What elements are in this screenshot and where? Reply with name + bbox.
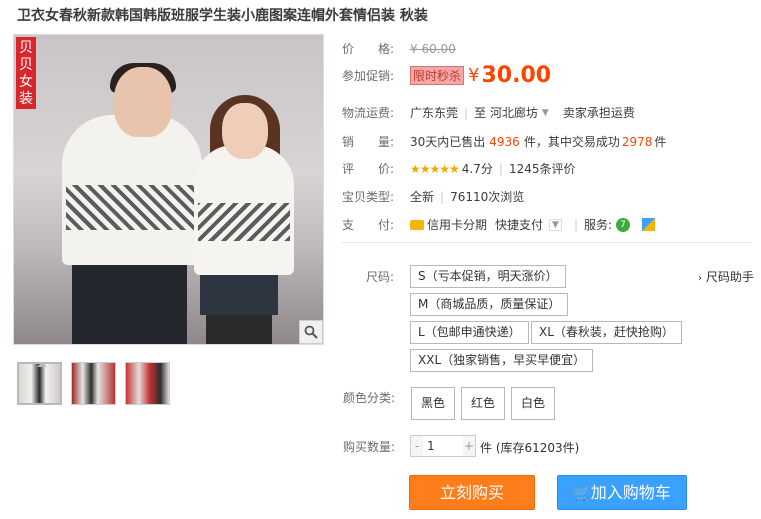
- sales-row: 销 量: 30天内已售出 4936 件，其中交易成功 2978 件: [342, 134, 667, 150]
- shipping-fee: 卖家承担运费: [562, 106, 635, 120]
- size-option-m[interactable]: M（商城品质，质量保证）: [410, 293, 569, 316]
- thumbnail-2[interactable]: [71, 362, 116, 405]
- color-label: 颜色分类:: [343, 391, 396, 405]
- credit-installment[interactable]: 信用卡分期: [427, 216, 487, 233]
- success-count: 2978: [621, 134, 653, 149]
- size-option-xxl[interactable]: XXL（独家销售，早买早便宜）: [410, 349, 594, 372]
- quantity-input[interactable]: 1: [423, 436, 463, 456]
- payment-row: 支 付: 信用卡分期 快捷支付 ▼ | 服务: 7: [342, 216, 656, 233]
- payment-label: 支 付:: [342, 218, 395, 232]
- main-product-image[interactable]: 贝贝女装: [13, 34, 324, 345]
- quantity-plus-button[interactable]: +: [463, 436, 475, 456]
- add-to-cart-button[interactable]: 🛒加入购物车: [557, 475, 687, 510]
- promo-label: 参加促销:: [342, 69, 395, 83]
- cart-icon: 🛒: [573, 486, 591, 502]
- guarantee-icon[interactable]: [642, 218, 656, 231]
- promo-row: 参加促销: 限时秒杀 ¥ 30.00: [342, 63, 551, 88]
- condition: 全新: [410, 190, 435, 204]
- brand-tag: 贝贝女装: [16, 37, 36, 109]
- quantity-stepper: - 1 +: [410, 435, 476, 457]
- rating-label: 评 价:: [342, 162, 395, 176]
- size-option-l[interactable]: L（包邮申通快递）: [410, 321, 529, 344]
- zoom-icon[interactable]: [299, 320, 323, 344]
- ship-from: 广东东莞: [410, 106, 459, 120]
- quantity-label: 购买数量:: [343, 440, 396, 454]
- thumbnail-list: [17, 362, 170, 405]
- item-type-label: 宝贝类型:: [342, 190, 395, 204]
- price-row: 价 格: ¥ 60.00: [342, 40, 456, 57]
- seven-day-return-icon[interactable]: 7: [616, 217, 631, 232]
- shipping-row: 物流运费: 广东东莞 | 至 河北廊坊 ▼ 卖家承担运费: [342, 104, 635, 121]
- star-rating-icon: ★★★★★: [410, 161, 460, 176]
- chevron-right-icon: ›: [698, 273, 702, 284]
- chevron-down-icon[interactable]: ▼: [549, 218, 562, 231]
- quantity-minus-button[interactable]: -: [411, 436, 423, 456]
- ship-to-select[interactable]: 至 河北廊坊: [474, 104, 538, 121]
- sold-count: 4936: [489, 134, 520, 149]
- size-option-s[interactable]: S（亏本促销，明天涨价）: [410, 265, 566, 288]
- service-label: 服务:: [584, 218, 613, 232]
- rating-row: 评 价: ★★★★★ 4.7分 | 1245条评价: [342, 160, 576, 177]
- sales-label: 销 量:: [342, 135, 395, 149]
- item-type-row: 宝贝类型: 全新 | 76110次浏览: [342, 189, 525, 205]
- color-option-white[interactable]: 白色: [511, 387, 556, 420]
- rating-score: 4.7分: [461, 162, 493, 176]
- chevron-down-icon[interactable]: ▼: [542, 108, 549, 118]
- color-option-red[interactable]: 红色: [461, 387, 506, 420]
- size-label: 尺码:: [366, 270, 395, 284]
- shipping-label: 物流运费:: [342, 106, 395, 120]
- quick-pay[interactable]: 快捷支付: [495, 216, 543, 233]
- product-title: 卫衣女春秋新款韩国韩版班服学生装小鹿图案连帽外套情侣装 秋装: [17, 8, 428, 24]
- divider: [342, 242, 752, 243]
- promo-tag: 限时秒杀: [410, 66, 465, 85]
- size-option-xl[interactable]: XL（春秋装，赶快抢购）: [531, 321, 682, 344]
- thumbnail-1[interactable]: [17, 362, 62, 405]
- size-helper-link[interactable]: › 尺码助手: [698, 268, 754, 285]
- view-count: 76110次浏览: [450, 190, 525, 204]
- currency-symbol: ¥: [468, 65, 480, 86]
- price-label: 价 格:: [342, 42, 395, 56]
- color-option-black[interactable]: 黑色: [411, 387, 456, 420]
- review-count-link[interactable]: 1245条评价: [509, 160, 576, 177]
- credit-card-icon: [410, 219, 424, 230]
- thumbnail-3[interactable]: [125, 362, 170, 405]
- buy-now-button[interactable]: 立刻购买: [409, 475, 535, 510]
- promo-price: 30.00: [481, 63, 552, 88]
- stock-info: 件 (库存61203件): [480, 441, 580, 455]
- original-price: ¥ 60.00: [410, 41, 456, 56]
